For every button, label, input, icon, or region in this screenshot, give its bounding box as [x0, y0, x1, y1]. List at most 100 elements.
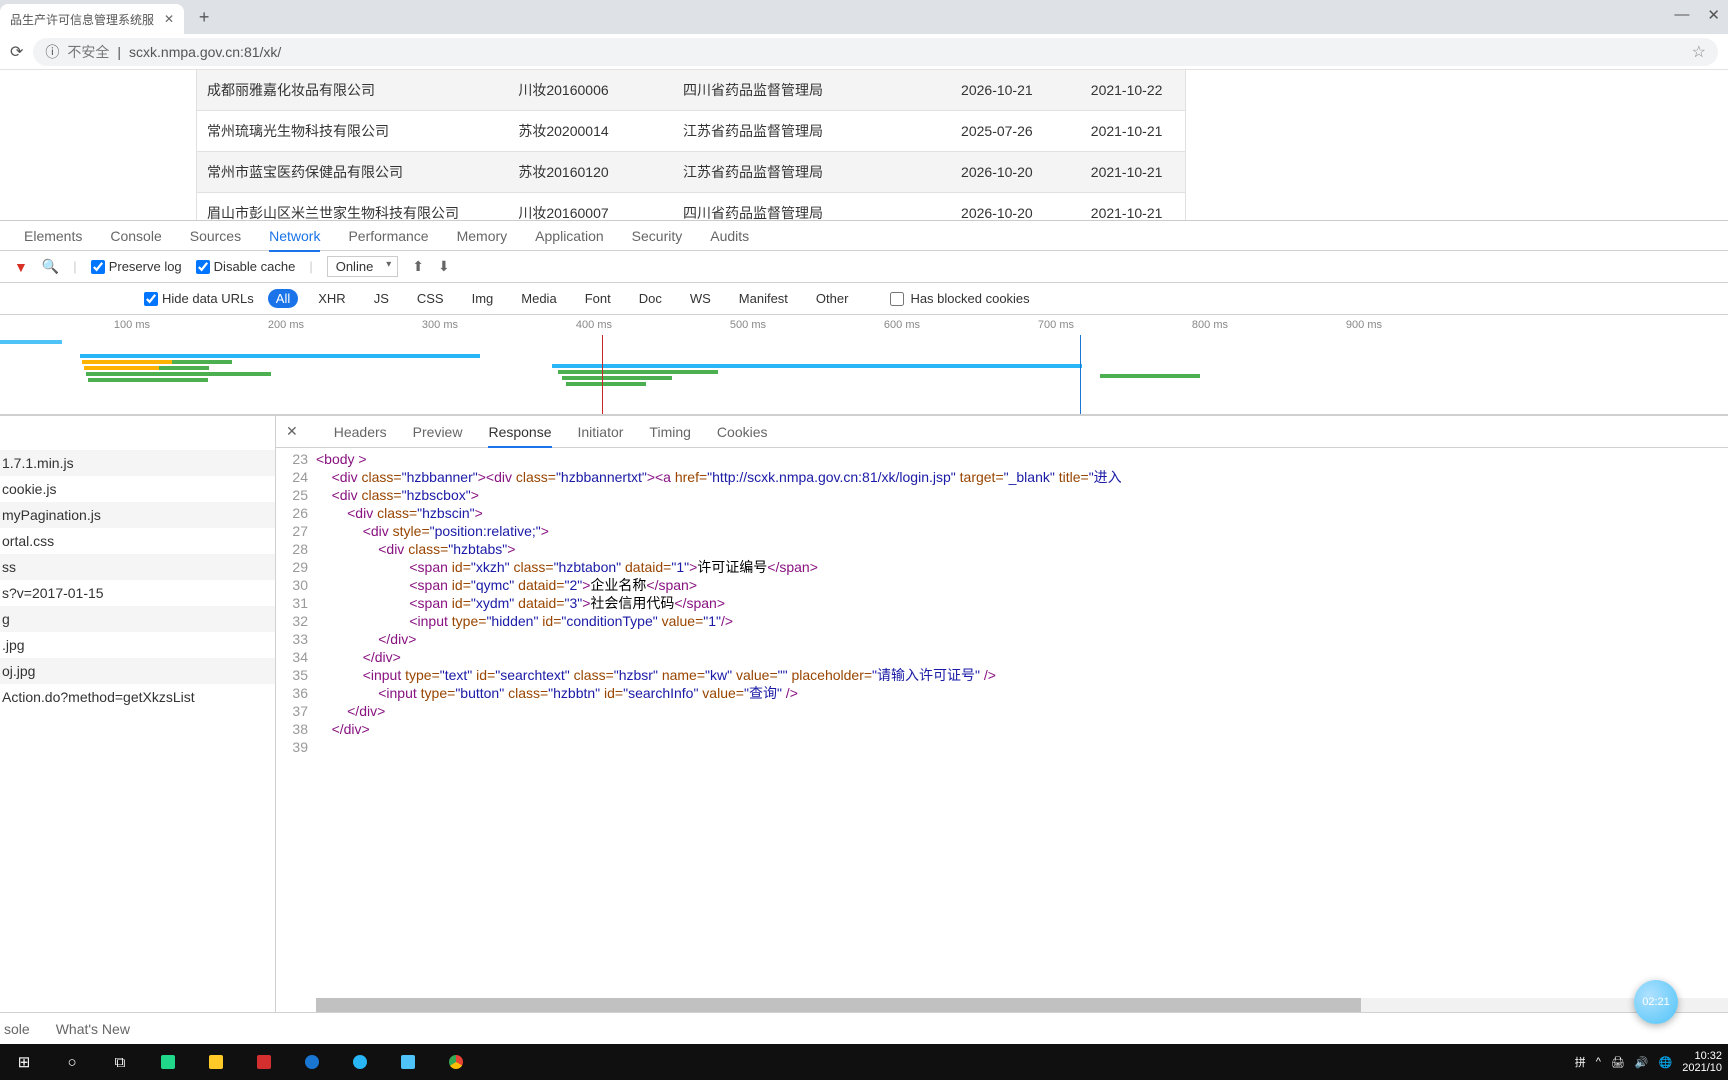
response-tab-initiator[interactable]: Initiator	[578, 424, 624, 440]
request-item[interactable]: Action.do?method=getXkzsList	[0, 684, 275, 710]
tab-title: 品生产许可信息管理系统服	[10, 11, 154, 28]
request-list[interactable]: 1.7.1.min.jscookie.jsmyPagination.jsorta…	[0, 416, 276, 1012]
table-row[interactable]: 常州市蓝宝医药保健品有限公司苏妆20160120江苏省药品监督管理局2026-1…	[196, 152, 1186, 193]
url-text: scxk.nmpa.gov.cn:81/xk/	[129, 44, 281, 60]
response-code[interactable]: 2324252627282930313233343536373839 <body…	[276, 448, 1728, 1012]
request-item[interactable]: .jpg	[0, 632, 275, 658]
filter-icon[interactable]: ▼	[14, 259, 28, 275]
download-icon[interactable]: ⬇	[438, 258, 450, 275]
url-input[interactable]: ⓘ 不安全 | scxk.nmpa.gov.cn:81/xk/ ☆	[33, 38, 1718, 66]
throttle-select[interactable]: Online	[327, 256, 399, 277]
response-panel: ✕ Headers Preview Response Initiator Timing C…	[276, 416, 1728, 1012]
network-filter-row: Hide data URLs All XHR JS CSS Img Media Font Do…	[0, 283, 1728, 315]
request-item[interactable]: cookie.js	[0, 476, 275, 502]
drawer-tab-whatsnew[interactable]: What's New	[56, 1021, 130, 1037]
upload-icon[interactable]: ⬆	[412, 258, 424, 275]
devtools-tab-security[interactable]: Security	[632, 228, 683, 244]
app-pycharm[interactable]	[144, 1044, 192, 1080]
waterfall-timeline[interactable]: 100 ms200 ms300 ms400 ms500 ms600 ms700 …	[0, 315, 1728, 415]
ime-indicator[interactable]: 拼	[1575, 1054, 1586, 1070]
clock-time: 10:32	[1682, 1050, 1722, 1062]
close-icon[interactable]: ✕	[164, 12, 174, 26]
windows-taskbar: ⊞ ○ ⧉ 拼 ^ 🖨 🔊 🌐 10:32 2021/10	[0, 1044, 1728, 1080]
app-kugou[interactable]	[288, 1044, 336, 1080]
request-item[interactable]: g	[0, 606, 275, 632]
table-row[interactable]: 成都丽雅嘉化妆品有限公司川妆20160006四川省药品监督管理局2026-10-…	[196, 70, 1186, 111]
tray-volume-icon[interactable]: 🔊	[1635, 1056, 1649, 1069]
filter-ws[interactable]: WS	[682, 289, 719, 308]
response-tab-headers[interactable]: Headers	[334, 424, 387, 440]
devtools-tab-network[interactable]: Network	[269, 228, 320, 244]
request-item[interactable]: 1.7.1.min.js	[0, 450, 275, 476]
devtools-tab-console[interactable]: Console	[110, 228, 161, 244]
close-icon[interactable]: ✕	[286, 423, 298, 440]
license-table: 成都丽雅嘉化妆品有限公司川妆20160006四川省药品监督管理局2026-10-…	[196, 70, 1186, 220]
floating-timer[interactable]: 02:21	[1634, 980, 1678, 1024]
tray-chevron-icon[interactable]: ^	[1596, 1056, 1601, 1068]
horizontal-scrollbar[interactable]	[316, 998, 1728, 1012]
devtools-tab-elements[interactable]: Elements	[24, 228, 82, 244]
response-tabs: ✕ Headers Preview Response Initiator Timing C…	[276, 416, 1728, 448]
start-button[interactable]: ⊞	[0, 1044, 48, 1080]
request-item[interactable]: oj.jpg	[0, 658, 275, 684]
app-dingtalk[interactable]	[336, 1044, 384, 1080]
tray-printer-icon[interactable]: 🖨	[1611, 1056, 1625, 1069]
devtools-tab-application[interactable]: Application	[535, 228, 604, 244]
devtools-tab-performance[interactable]: Performance	[348, 228, 428, 244]
filter-css[interactable]: CSS	[409, 289, 452, 308]
reload-icon[interactable]: ⟳	[10, 42, 23, 62]
drawer-tab-console[interactable]: sole	[4, 1021, 30, 1037]
app-wps[interactable]	[240, 1044, 288, 1080]
filter-xhr[interactable]: XHR	[310, 289, 353, 308]
app-chrome[interactable]	[432, 1044, 480, 1080]
response-tab-preview[interactable]: Preview	[413, 424, 463, 440]
filter-doc[interactable]: Doc	[631, 289, 670, 308]
taskview-icon[interactable]: ⧉	[96, 1044, 144, 1080]
response-tab-timing[interactable]: Timing	[649, 424, 691, 440]
filter-img[interactable]: Img	[464, 289, 502, 308]
devtools-tabs: Elements Console Sources Network Performance…	[0, 221, 1728, 251]
window-minimize[interactable]: —	[1674, 6, 1689, 24]
filter-js[interactable]: JS	[366, 289, 397, 308]
table-row[interactable]: 眉山市彭山区米兰世家生物科技有限公司川妆20160007四川省药品监督管理局20…	[196, 193, 1186, 220]
devtools-drawer: sole What's New	[0, 1012, 1728, 1044]
network-toolbar: ▼ 🔍 | Preserve log Disable cache | Onlin…	[0, 251, 1728, 283]
preserve-log-checkbox[interactable]: Preserve log	[91, 259, 182, 274]
devtools-tab-audits[interactable]: Audits	[710, 228, 749, 244]
filter-manifest[interactable]: Manifest	[731, 289, 796, 308]
browser-tab[interactable]: 品生产许可信息管理系统服 ✕	[0, 4, 184, 34]
tray-network-icon[interactable]: 🌐	[1659, 1056, 1673, 1069]
cortana-icon[interactable]: ○	[48, 1044, 96, 1080]
new-tab-button[interactable]: +	[190, 3, 218, 31]
clock-date: 2021/10	[1682, 1062, 1722, 1074]
divider: |	[117, 44, 121, 60]
bookmark-icon[interactable]: ☆	[1692, 42, 1706, 62]
browser-tab-bar: 品生产许可信息管理系统服 ✕ + — ✕	[0, 0, 1728, 34]
address-bar: ⟳ ⓘ 不安全 | scxk.nmpa.gov.cn:81/xk/ ☆	[0, 34, 1728, 70]
response-tab-cookies[interactable]: Cookies	[717, 424, 768, 440]
disable-cache-checkbox[interactable]: Disable cache	[196, 259, 296, 274]
app-explorer[interactable]	[192, 1044, 240, 1080]
request-item[interactable]: ss	[0, 554, 275, 580]
devtools-panel: Elements Console Sources Network Performance…	[0, 220, 1728, 1044]
search-icon[interactable]: 🔍	[42, 258, 59, 275]
devtools-tab-sources[interactable]: Sources	[190, 228, 241, 244]
filter-font[interactable]: Font	[577, 289, 619, 308]
devtools-tab-memory[interactable]: Memory	[457, 228, 508, 244]
filter-all[interactable]: All	[268, 289, 298, 308]
security-label: 不安全	[67, 42, 109, 62]
response-tab-response[interactable]: Response	[488, 424, 551, 440]
filter-media[interactable]: Media	[513, 289, 564, 308]
info-icon: ⓘ	[45, 42, 59, 62]
request-item[interactable]: s?v=2017-01-15	[0, 580, 275, 606]
request-item[interactable]: ortal.css	[0, 528, 275, 554]
page-content: 成都丽雅嘉化妆品有限公司川妆20160006四川省药品监督管理局2026-10-…	[0, 70, 1728, 220]
window-close[interactable]: ✕	[1707, 6, 1720, 24]
app-ve[interactable]	[384, 1044, 432, 1080]
system-tray[interactable]: 拼 ^ 🖨 🔊 🌐 10:32 2021/10	[1575, 1050, 1722, 1074]
request-item[interactable]: myPagination.js	[0, 502, 275, 528]
hide-urls-checkbox[interactable]: Hide data URLs	[144, 291, 254, 306]
table-row[interactable]: 常州琉璃光生物科技有限公司苏妆20200014江苏省药品监督管理局2025-07…	[196, 111, 1186, 152]
filter-other[interactable]: Other	[808, 289, 857, 308]
blocked-cookies-checkbox[interactable]: Has blocked cookies	[890, 291, 1029, 306]
